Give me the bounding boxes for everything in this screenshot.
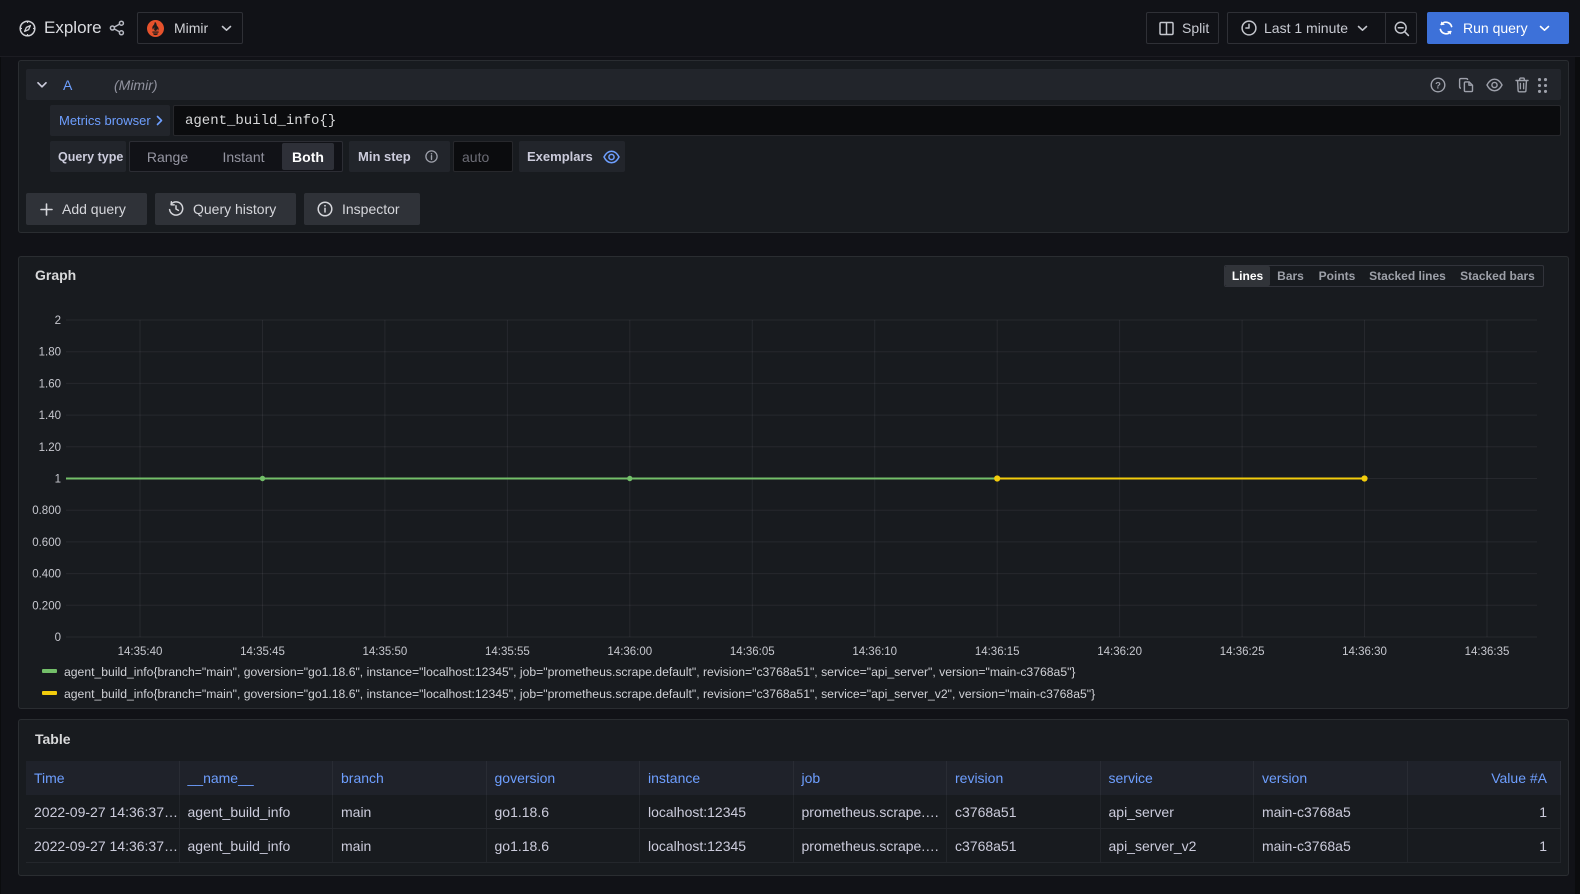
svg-text:1.80: 1.80 <box>39 347 61 359</box>
svg-text:0: 0 <box>55 632 61 644</box>
svg-text:1.40: 1.40 <box>39 410 61 422</box>
svg-text:14:36:10: 14:36:10 <box>852 646 897 658</box>
svg-text:0.600: 0.600 <box>32 537 61 549</box>
svg-text:14:35:40: 14:35:40 <box>118 646 163 658</box>
svg-text:14:35:55: 14:35:55 <box>485 646 530 658</box>
svg-text:14:36:15: 14:36:15 <box>975 646 1020 658</box>
svg-text:1.20: 1.20 <box>39 442 61 454</box>
svg-text:14:36:30: 14:36:30 <box>1342 646 1387 658</box>
svg-text:1: 1 <box>55 474 61 486</box>
svg-text:14:36:05: 14:36:05 <box>730 646 775 658</box>
svg-text:14:36:25: 14:36:25 <box>1220 646 1265 658</box>
svg-text:0.200: 0.200 <box>32 600 61 612</box>
svg-text:14:36:00: 14:36:00 <box>607 646 652 658</box>
svg-text:2: 2 <box>55 315 61 327</box>
svg-text:0.800: 0.800 <box>32 505 61 517</box>
svg-text:1.60: 1.60 <box>39 378 61 390</box>
svg-text:0.400: 0.400 <box>32 569 61 581</box>
svg-text:14:36:35: 14:36:35 <box>1465 646 1510 658</box>
svg-text:14:35:45: 14:35:45 <box>240 646 285 658</box>
svg-text:14:36:20: 14:36:20 <box>1097 646 1142 658</box>
svg-text:?: ? <box>1435 80 1441 91</box>
svg-text:14:35:50: 14:35:50 <box>363 646 408 658</box>
